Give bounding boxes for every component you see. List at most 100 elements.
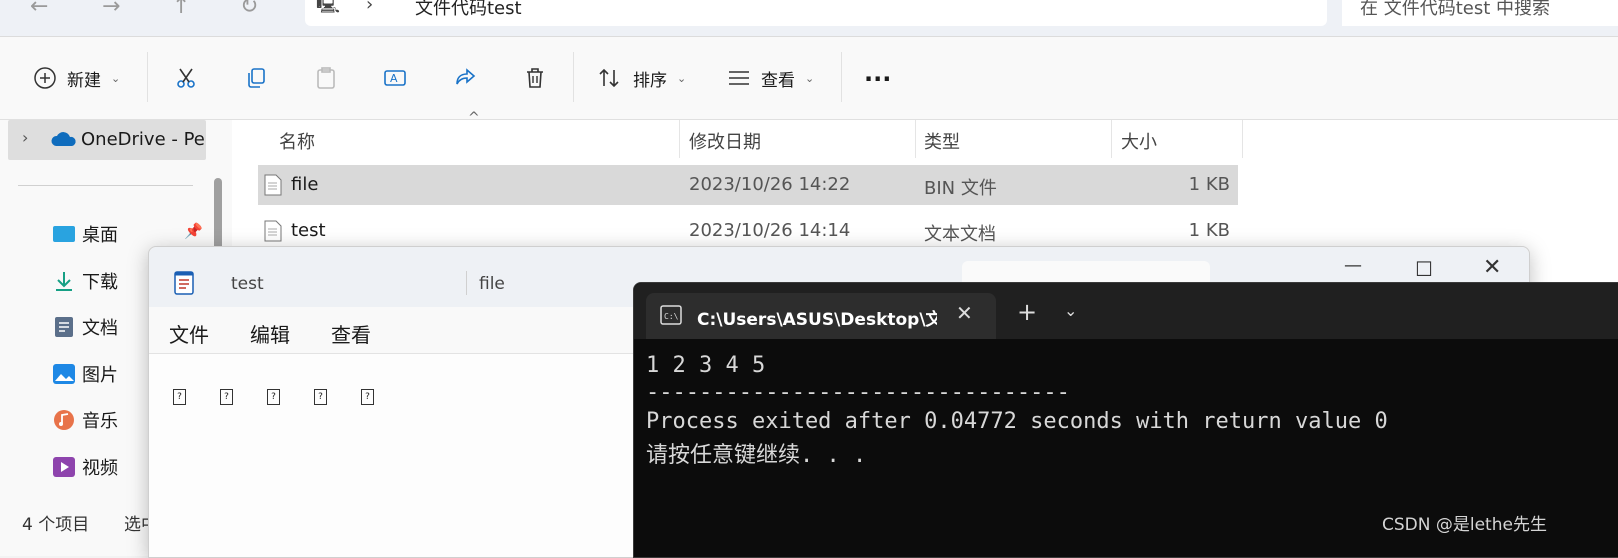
sort-label: 排序: [633, 70, 667, 91]
rename-button[interactable]: A: [383, 60, 407, 96]
address-text: 文件代码test: [415, 0, 522, 19]
column-divider: [1242, 120, 1243, 158]
file-date: 2023/10/26 14:14: [689, 220, 851, 241]
forward-icon[interactable]: →: [102, 0, 120, 19]
tab-divider: [466, 271, 467, 295]
sidebar-label: 下载: [82, 272, 118, 293]
this-pc-icon: 🖳: [316, 0, 341, 15]
sidebar-divider: [18, 185, 193, 186]
terminal-line: Process exited after 0.04772 seconds wit…: [646, 409, 1388, 434]
column-divider: [1111, 120, 1112, 158]
chevron-down-icon: ⌄: [111, 71, 121, 85]
file-size: 1 KB: [1188, 174, 1230, 195]
paste-button[interactable]: [314, 60, 338, 96]
missing-glyph: ?: [267, 389, 280, 405]
file-type: 文本文档: [924, 224, 996, 245]
item-count: 4 个项目: [22, 515, 90, 535]
sidebar-label: 文档: [82, 318, 118, 339]
sidebar-item-desktop[interactable]: 桌面: [52, 219, 118, 249]
view-label: 查看: [761, 70, 795, 91]
toolbar-divider: [147, 52, 148, 102]
menu-edit[interactable]: 编辑: [250, 319, 290, 348]
close-icon[interactable]: ✕: [1483, 255, 1501, 280]
delete-button[interactable]: [523, 60, 547, 96]
trash-icon: [527, 68, 543, 88]
share-button[interactable]: [453, 60, 477, 96]
terminal-tab-title: C:\Users\ASUS\Desktop\文件: [697, 310, 937, 330]
up-icon[interactable]: ↑: [172, 0, 190, 19]
terminal-line: 请按任意键继续. . .: [646, 443, 867, 468]
sidebar-label: 视频: [82, 458, 118, 479]
chevron-right-icon: ›: [366, 0, 374, 15]
cmd-icon: C:\: [660, 305, 682, 325]
file-size: 1 KB: [1188, 220, 1230, 241]
watermark: CSDN @是lethe先生: [1382, 515, 1547, 535]
sidebar-label: 音乐: [82, 411, 118, 432]
svg-text:A: A: [390, 72, 398, 85]
plus-circle-icon: [34, 67, 56, 89]
sidebar-item-music[interactable]: 音乐: [52, 405, 118, 435]
search-placeholder: 在 文件代码test 中搜索: [1360, 0, 1551, 19]
refresh-icon[interactable]: ↻: [240, 0, 258, 19]
pin-icon[interactable]: 📌: [184, 222, 203, 240]
table-row[interactable]: file 2023/10/26 14:22 BIN 文件 1 KB: [258, 165, 1238, 205]
file-name: test: [291, 220, 326, 241]
tab-dropdown-icon[interactable]: ⌄: [1064, 301, 1077, 320]
copy-icon: [248, 68, 265, 88]
table-row[interactable]: test 2023/10/26 14:14 文本文档 1 KB: [258, 211, 1238, 251]
notepad-icon: [174, 271, 194, 295]
column-header-size[interactable]: 大小: [1121, 128, 1157, 154]
sort-button[interactable]: 排序 ⌄: [597, 60, 686, 96]
sidebar-item-videos[interactable]: 视频: [52, 452, 118, 482]
sort-icon: [599, 68, 619, 88]
new-button[interactable]: 新建 ⌄: [33, 60, 120, 96]
file-name: file: [291, 174, 319, 195]
new-label: 新建: [67, 70, 101, 91]
more-options-button[interactable]: ...: [864, 55, 891, 91]
missing-glyph: ?: [314, 389, 327, 405]
desktop-icon: [53, 226, 75, 242]
copy-button[interactable]: [244, 60, 268, 96]
notepad-content: ?????: [173, 384, 408, 405]
minimize-icon[interactable]: —: [1344, 255, 1362, 276]
cut-button[interactable]: [174, 60, 198, 96]
tab-test[interactable]: test: [231, 274, 264, 294]
view-button[interactable]: 查看 ⌄: [727, 60, 814, 96]
expand-chevron-icon[interactable]: ›: [22, 128, 28, 147]
tab-file[interactable]: file: [479, 274, 505, 294]
maximize-icon[interactable]: ☐: [1415, 257, 1433, 281]
terminal-line: 1 2 3 4 5: [646, 353, 766, 378]
sidebar-label: 桌面: [82, 225, 118, 246]
view-list-icon: [729, 71, 749, 85]
sidebar-item-documents[interactable]: 文档: [52, 312, 118, 342]
menu-view[interactable]: 查看: [331, 319, 371, 348]
missing-glyph: ?: [361, 389, 374, 405]
pictures-icon: [53, 364, 75, 384]
sidebar-item-downloads[interactable]: 下载: [52, 266, 118, 296]
column-header-date[interactable]: 修改日期: [689, 128, 761, 154]
chevron-down-icon: ⌄: [677, 71, 687, 85]
clipboard-icon: [317, 67, 335, 89]
chevron-down-icon: ⌄: [805, 71, 815, 85]
missing-glyph: ?: [173, 389, 186, 405]
menu-file[interactable]: 文件: [169, 319, 209, 348]
text-file-icon: [264, 220, 282, 242]
column-header-type[interactable]: 类型: [924, 128, 960, 154]
terminal-line: --------------------------------: [646, 380, 1070, 405]
scissors-icon: [177, 68, 195, 88]
close-tab-icon[interactable]: ✕: [956, 301, 973, 325]
more-icon: ...: [864, 59, 892, 87]
column-header-name[interactable]: 名称: [279, 128, 315, 154]
onedrive-label: OneDrive - Per: [81, 129, 204, 150]
onedrive-cloud-icon: [51, 132, 76, 146]
new-tab-icon[interactable]: +: [1017, 298, 1037, 326]
sidebar-item-pictures[interactable]: 图片: [52, 359, 118, 389]
file-type: BIN 文件: [924, 178, 997, 199]
toolbar-divider: [573, 52, 574, 102]
sort-ascending-icon: ^: [468, 110, 480, 126]
download-icon: [56, 272, 72, 291]
column-divider: [679, 120, 680, 158]
video-icon: [53, 457, 75, 477]
back-icon[interactable]: ←: [30, 0, 48, 19]
rename-icon: A: [384, 70, 406, 86]
